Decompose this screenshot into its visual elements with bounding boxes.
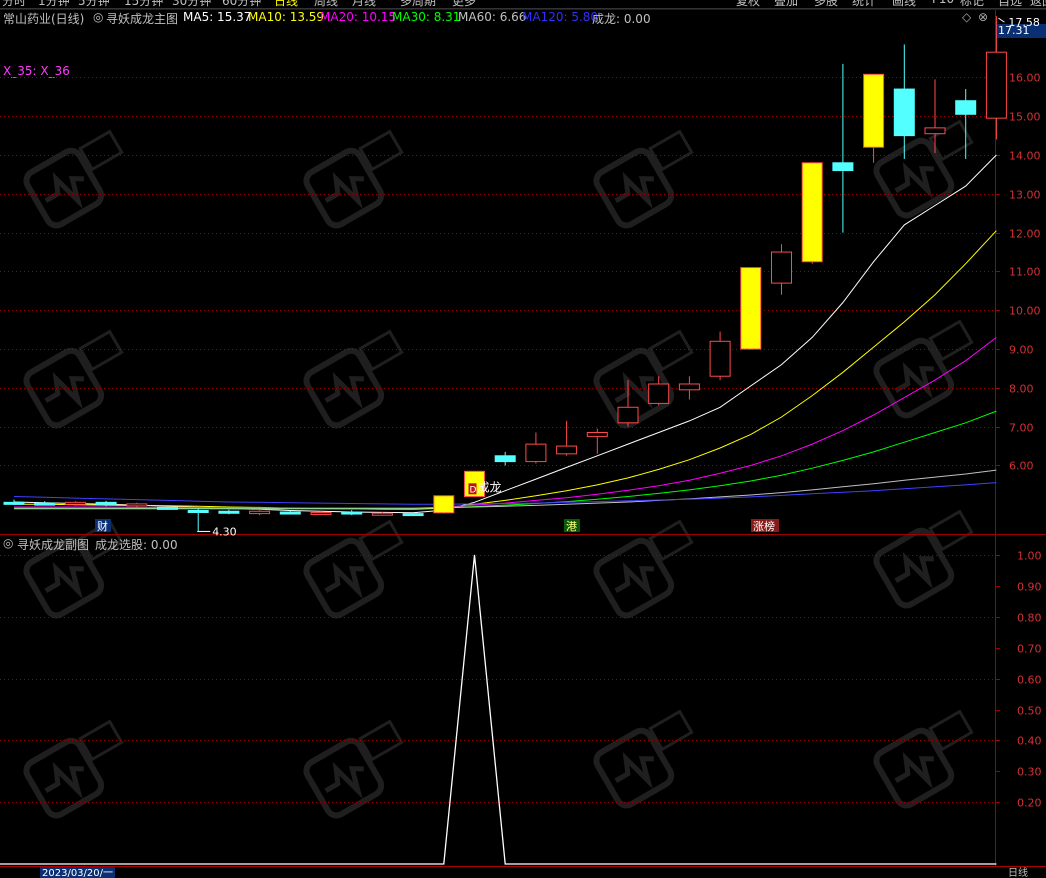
sub-tick-label: 0.30 xyxy=(1017,766,1042,779)
candle-body xyxy=(678,383,700,391)
cursor-date: 2023/03/20/一 xyxy=(40,867,116,878)
sub-tick-label: 0.20 xyxy=(1017,797,1042,810)
candle-body xyxy=(556,445,578,455)
date-bar: 2023/03/20/一 日线 xyxy=(0,866,1046,878)
event-marker-zhangbang: 涨榜 xyxy=(753,519,775,533)
candle-body xyxy=(863,73,885,148)
candle-body xyxy=(126,503,148,507)
chart-canvas[interactable]: 6.00 7.00 8.00 9.00 10.00 11.00 12.00 13.00 14.0… xyxy=(0,0,1046,877)
price-tick-label: 15.00 xyxy=(1009,111,1041,124)
candle-body xyxy=(341,511,363,515)
candle-body xyxy=(525,443,547,463)
candle-body xyxy=(648,383,670,404)
sub-tick-label: 0.50 xyxy=(1017,705,1042,718)
candle-body xyxy=(832,162,854,172)
candle-body xyxy=(371,512,393,516)
ma-line-ma60 xyxy=(14,469,997,509)
candle-body xyxy=(279,511,301,515)
sub-tick-label: 1.00 xyxy=(1017,550,1042,563)
candle-body xyxy=(157,506,178,510)
high-pointer xyxy=(998,17,1005,23)
price-tick-label: 9.00 xyxy=(1009,344,1034,357)
period-label: 日线 xyxy=(1008,868,1028,878)
candle-body xyxy=(34,502,56,506)
candle-body xyxy=(617,406,639,424)
candle-body xyxy=(95,501,117,505)
sub-tick-label: 0.80 xyxy=(1017,612,1042,625)
candle-body xyxy=(187,509,209,513)
candle-body xyxy=(586,431,608,437)
sub-tick-label: 0.60 xyxy=(1017,674,1042,687)
candle-body xyxy=(740,267,762,350)
candle-body xyxy=(3,501,25,505)
price-tick-label: 8.00 xyxy=(1009,383,1034,396)
price-tick-label: 14.00 xyxy=(1009,150,1041,163)
price-tick-label: 7.00 xyxy=(1009,422,1034,435)
candle-body xyxy=(310,511,332,515)
candle-body xyxy=(955,100,977,115)
candle-body xyxy=(801,162,823,263)
candle-body xyxy=(771,251,792,284)
low-label: 4.30 xyxy=(212,525,237,538)
candle-body xyxy=(924,127,946,135)
price-tick-label: 6.00 xyxy=(1009,460,1034,473)
sub-tick-label: 0.70 xyxy=(1017,643,1042,656)
candle-body xyxy=(64,501,86,505)
event-marker-cai: 财 xyxy=(97,519,108,533)
sub-tick-label: 0.40 xyxy=(1017,735,1042,748)
candle-body xyxy=(249,510,271,515)
candle-body xyxy=(494,455,516,463)
candle-body xyxy=(985,51,1007,119)
candle-body xyxy=(433,495,455,514)
sub-tick-label: 0.90 xyxy=(1017,581,1042,594)
signal-d-text: D xyxy=(470,485,477,495)
candle-body xyxy=(709,340,731,377)
signal-line xyxy=(0,554,997,865)
price-tick-label: 13.00 xyxy=(1009,189,1041,202)
price-tick-label: 16.00 xyxy=(1009,72,1041,85)
price-tick-label: 12.00 xyxy=(1009,228,1041,241)
ma-line-ma20 xyxy=(14,337,997,509)
price-tick-label: 11.00 xyxy=(1009,266,1041,279)
candle-body xyxy=(893,88,915,137)
signal-label: 成龙 xyxy=(478,480,502,494)
ma-line-ma10 xyxy=(14,230,997,510)
price-tick-label: 10.00 xyxy=(1009,305,1041,318)
high-label: 17.58 xyxy=(1008,16,1040,29)
candle-body xyxy=(218,510,240,514)
event-marker-gang: 港 xyxy=(566,520,577,533)
candle-body xyxy=(402,513,424,517)
